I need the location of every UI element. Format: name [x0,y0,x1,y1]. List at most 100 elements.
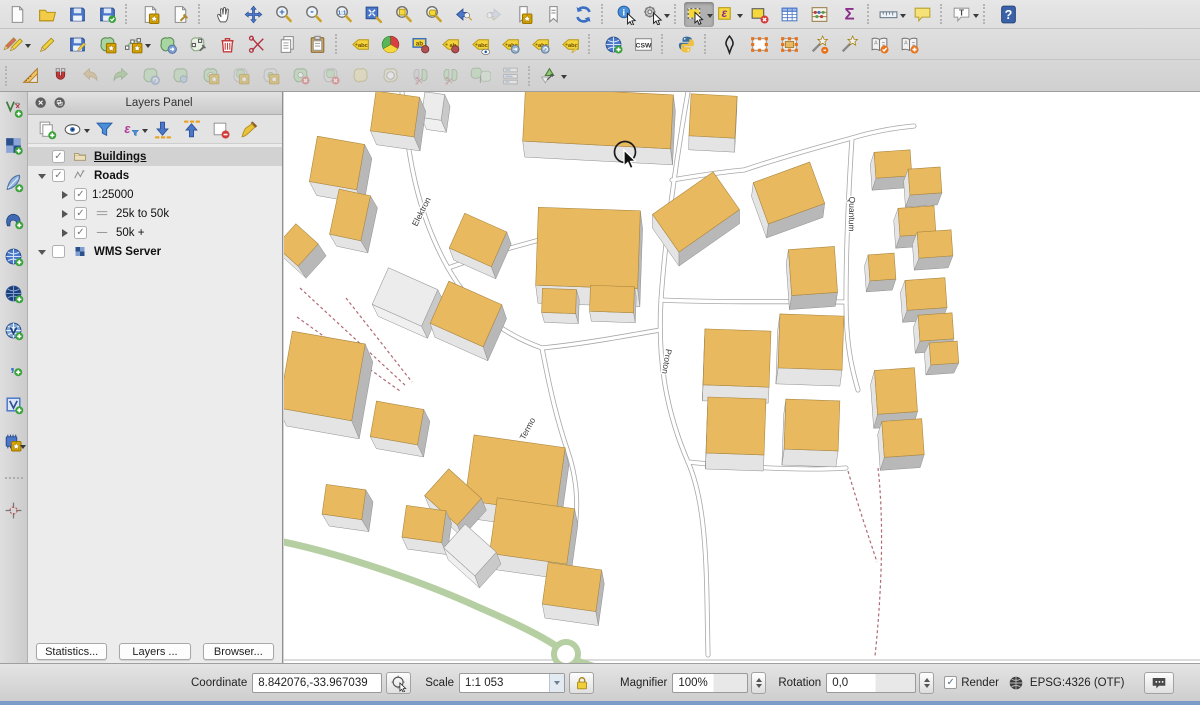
panel-float-icon[interactable] [53,96,67,110]
plugin-kite-button[interactable] [714,32,744,57]
expander-icon[interactable] [34,245,50,259]
layer-checkbox[interactable] [52,245,65,258]
layer-tree-item-50k-[interactable]: ✓50k + [28,223,282,242]
feature-action-button[interactable] [641,2,671,27]
panel-close-icon[interactable] [34,96,48,110]
wand-badge-button[interactable] [804,32,834,57]
layer-tree-item-buildings[interactable]: ✓Buildings [28,147,282,166]
remove-layer-button[interactable] [206,117,235,141]
layer-tree-item-1-25000[interactable]: ✓1:25000 [28,185,282,204]
rotation-value[interactable]: 0,0 [826,673,916,693]
add-wms-layer-button[interactable] [1,243,27,269]
zoom-to-selection-button[interactable] [418,2,448,27]
add-raster-layer-button[interactable] [1,132,27,158]
new-layer-button[interactable] [1,428,27,454]
dropdown-arrow-icon[interactable] [707,14,713,21]
new-composer-button[interactable] [135,2,165,27]
dropdown-arrow-icon[interactable] [142,129,148,136]
layer-tree-item-wms-server[interactable]: WMS Server [28,242,282,261]
magic-wand-button[interactable] [834,32,864,57]
zoom-in-button[interactable]: + [268,2,298,27]
attribute-table-button[interactable] [774,2,804,27]
expression-filter-button[interactable]: ε [119,117,148,141]
collapse-all-button[interactable] [177,117,206,141]
metasearch-csw-button[interactable]: CSW [628,32,658,57]
highlight-pinned-labels-button[interactable]: ab [405,32,435,57]
add-spatialite-layer-button[interactable] [1,169,27,195]
rotation-spinbox[interactable]: 0,0 [826,672,934,694]
expander-icon[interactable] [56,229,72,237]
copy-features-button[interactable] [272,32,302,57]
highlight-crosshair-button[interactable] [1,497,27,523]
show-hide-labels-button[interactable]: abc [465,32,495,57]
paste-features-button[interactable] [302,32,332,57]
layer-labeling-button[interactable]: abc [345,32,375,57]
select-expression-button[interactable]: ε [714,2,744,27]
expander-icon[interactable] [56,191,72,199]
delete-selected-button[interactable] [212,32,242,57]
current-edits-button[interactable] [2,32,32,57]
add-wcs-layer-button[interactable] [1,280,27,306]
layer-tree-item-roads[interactable]: ✓Roads [28,166,282,185]
pan-to-selection-button[interactable] [238,2,268,27]
add-group-button[interactable] [32,117,61,141]
add-feature-button[interactable] [92,32,122,57]
layer-checkbox[interactable]: ✓ [74,207,87,220]
field-book-check-button[interactable]: A [864,32,894,57]
save-project-button[interactable] [62,2,92,27]
magnifier-stepper[interactable] [751,672,766,694]
panel-tab-browser[interactable]: Browser... [203,643,274,660]
statistics-summary-button[interactable] [804,2,834,27]
move-feature-button[interactable] [152,32,182,57]
log-messages-button[interactable] [1144,672,1174,694]
zoom-to-layer-button[interactable] [388,2,418,27]
zoom-full-button[interactable] [358,2,388,27]
show-bookmarks-button[interactable] [538,2,568,27]
scale-combo[interactable]: 1:1 053 [459,673,565,693]
add-circular-string-button[interactable] [122,32,152,57]
identify-features-button[interactable]: i [611,2,641,27]
scale-lock-button[interactable] [569,672,594,694]
pin-unpin-labels-button[interactable]: ab [435,32,465,57]
python-console-button[interactable] [671,32,701,57]
add-virtual-layer-button[interactable] [1,391,27,417]
layer-diagram-button[interactable] [375,32,405,57]
select-rectangle-button[interactable] [684,2,714,27]
magnifier-spinbox[interactable]: 100% [672,672,766,694]
expander-icon[interactable] [34,169,50,183]
help-contents-button[interactable]: ? [993,2,1023,27]
offset-point-symbols-button[interactable] [538,63,568,88]
chevron-down-icon[interactable] [549,674,564,692]
new-bookmark-button[interactable] [508,2,538,27]
rotate-label-button[interactable]: abc [525,32,555,57]
add-delimited-text-layer-button[interactable]: , [1,354,27,380]
layer-tree-item-25k-to-50k[interactable]: ✓25k to 50k [28,204,282,223]
layer-checkbox[interactable]: ✓ [52,169,65,182]
dropdown-arrow-icon[interactable] [664,14,670,21]
composer-manager-button[interactable] [165,2,195,27]
cad-tools-button[interactable] [15,63,45,88]
map-tips-button[interactable] [907,2,937,27]
toggle-editing-button[interactable] [32,32,62,57]
deselect-all-button[interactable] [744,2,774,27]
dropdown-arrow-icon[interactable] [973,14,979,21]
snapping-button[interactable] [45,63,75,88]
add-vector-layer-button[interactable] [1,95,27,121]
frame-rectangle-button[interactable] [774,32,804,57]
dropdown-arrow-icon[interactable] [737,14,743,21]
dropdown-arrow-icon[interactable] [20,445,26,452]
mouse-position-toggle-button[interactable] [386,672,411,694]
add-wfs-layer-button[interactable] [1,317,27,343]
show-sum-button[interactable]: Σ [834,2,864,27]
nodes-rectangle-button[interactable] [744,32,774,57]
expand-all-button[interactable] [148,117,177,141]
zoom-last-button[interactable] [448,2,478,27]
layer-checkbox[interactable]: ✓ [74,188,87,201]
open-project-button[interactable] [32,2,62,27]
field-book-add-button[interactable]: A [894,32,924,57]
map-canvas[interactable]: ElektronQuantumProtonTermo [284,92,1200,663]
save-layer-edits-button[interactable] [62,32,92,57]
node-tool-button[interactable] [182,32,212,57]
dropdown-arrow-icon[interactable] [900,14,906,21]
panel-tab-layers[interactable]: Layers ... [119,643,190,660]
